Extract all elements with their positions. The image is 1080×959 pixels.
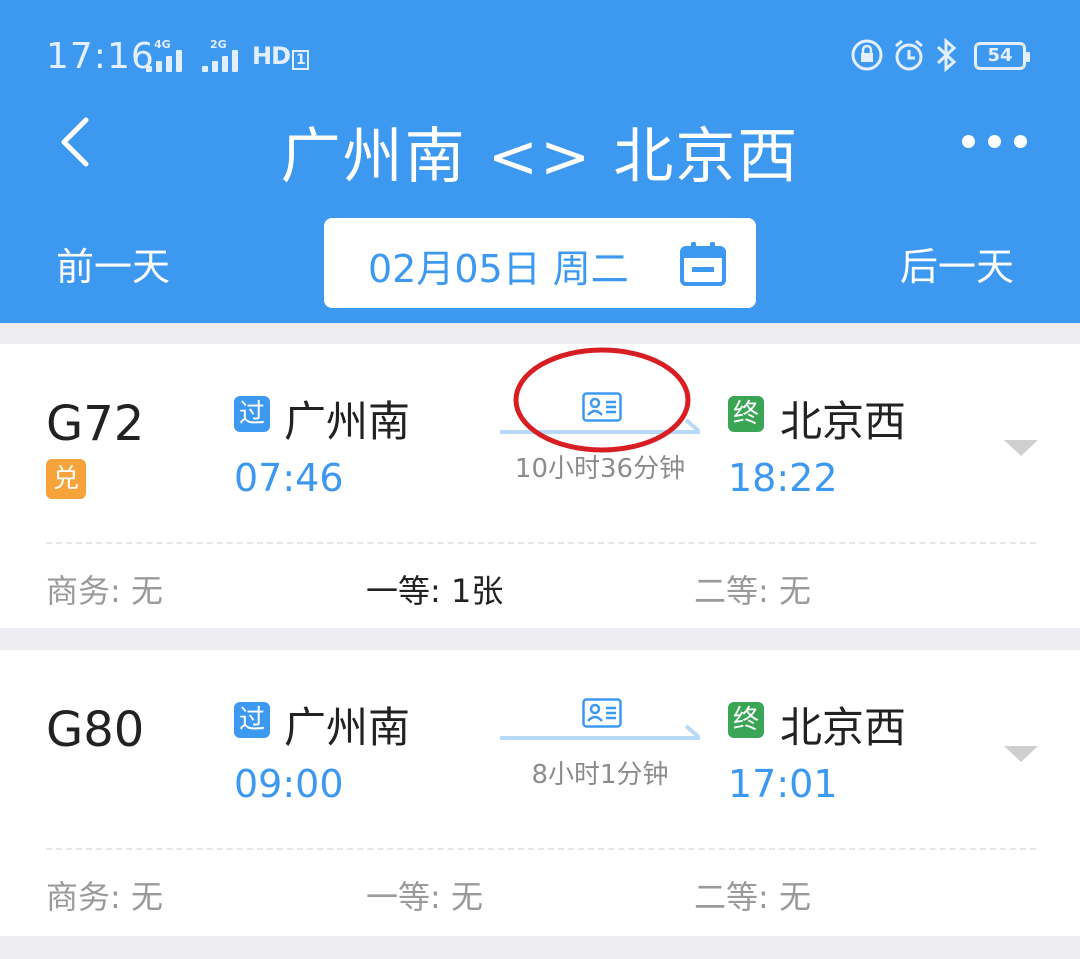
route-arrow-icon bbox=[500, 724, 700, 740]
train-number: G72 bbox=[46, 396, 145, 452]
arrival-station: 北京西 bbox=[780, 703, 907, 752]
expand-chevron-icon[interactable] bbox=[1004, 746, 1038, 762]
prev-day-button[interactable]: 前一天 bbox=[56, 236, 170, 291]
seat-business: 商务: 无 bbox=[46, 572, 163, 610]
departure-station: 广州南 bbox=[284, 703, 411, 752]
departure-station: 广州南 bbox=[284, 397, 411, 446]
terminal-station-tag: 终 bbox=[728, 396, 764, 432]
date-label: 02月05日 周二 bbox=[368, 247, 629, 291]
hd-voice-icon: HD 1 bbox=[252, 42, 309, 70]
seat-first-class: 一等: 1张 bbox=[366, 572, 504, 610]
arrival-time: 18:22 bbox=[728, 456, 838, 500]
departure-time: 07:46 bbox=[234, 456, 344, 500]
seat-business: 商务: 无 bbox=[46, 878, 163, 916]
status-time: 17:16 bbox=[46, 36, 155, 77]
pass-station-tag: 过 bbox=[234, 396, 270, 432]
divider bbox=[46, 542, 1036, 544]
alarm-icon bbox=[895, 39, 923, 71]
exchange-badge: 兑 bbox=[46, 459, 86, 499]
arrival-station: 北京西 bbox=[780, 397, 907, 446]
arrival-time: 17:01 bbox=[728, 762, 838, 806]
expand-chevron-icon[interactable] bbox=[1004, 440, 1038, 456]
next-day-button[interactable]: 后一天 bbox=[900, 236, 1014, 291]
date-picker[interactable]: 02月05日 周二 bbox=[324, 218, 756, 308]
divider bbox=[46, 848, 1036, 850]
travel-duration: 10小时36分钟 bbox=[514, 454, 686, 484]
more-dot-icon bbox=[1014, 135, 1027, 148]
route-arrow-icon bbox=[500, 418, 700, 434]
train-card-g72[interactable]: G72 兑 过 广州南 07:46 10小时36分钟 终 北京西 18:22 商… bbox=[0, 344, 1080, 628]
top-header: 17:16 4G 2G HD 1 54 广州南 <> 北京西 前一天 02月05… bbox=[0, 0, 1080, 323]
terminal-station-tag: 终 bbox=[728, 702, 764, 738]
battery-icon: 54 bbox=[974, 42, 1030, 70]
lock-rotation-icon bbox=[851, 39, 883, 71]
more-menu-button[interactable] bbox=[960, 130, 1032, 154]
seat-first-class: 一等: 无 bbox=[366, 878, 483, 916]
calendar-icon[interactable] bbox=[680, 242, 726, 286]
departure-time: 09:00 bbox=[234, 762, 344, 806]
seat-second-class: 二等: 无 bbox=[694, 878, 811, 916]
more-dot-icon bbox=[962, 135, 975, 148]
status-bar: 17:16 4G 2G HD 1 54 bbox=[0, 0, 1080, 108]
travel-duration: 8小时1分钟 bbox=[531, 760, 669, 790]
page-title: 广州南 <> 北京西 bbox=[280, 122, 800, 192]
bluetooth-icon bbox=[936, 38, 957, 72]
back-button[interactable] bbox=[50, 112, 110, 172]
train-card-g80[interactable]: G80 过 广州南 09:00 8小时1分钟 终 北京西 17:01 商务: 无… bbox=[0, 650, 1080, 936]
more-dot-icon bbox=[988, 135, 1001, 148]
pass-station-tag: 过 bbox=[234, 702, 270, 738]
seat-second-class: 二等: 无 bbox=[694, 572, 811, 610]
train-number: G80 bbox=[46, 702, 145, 758]
